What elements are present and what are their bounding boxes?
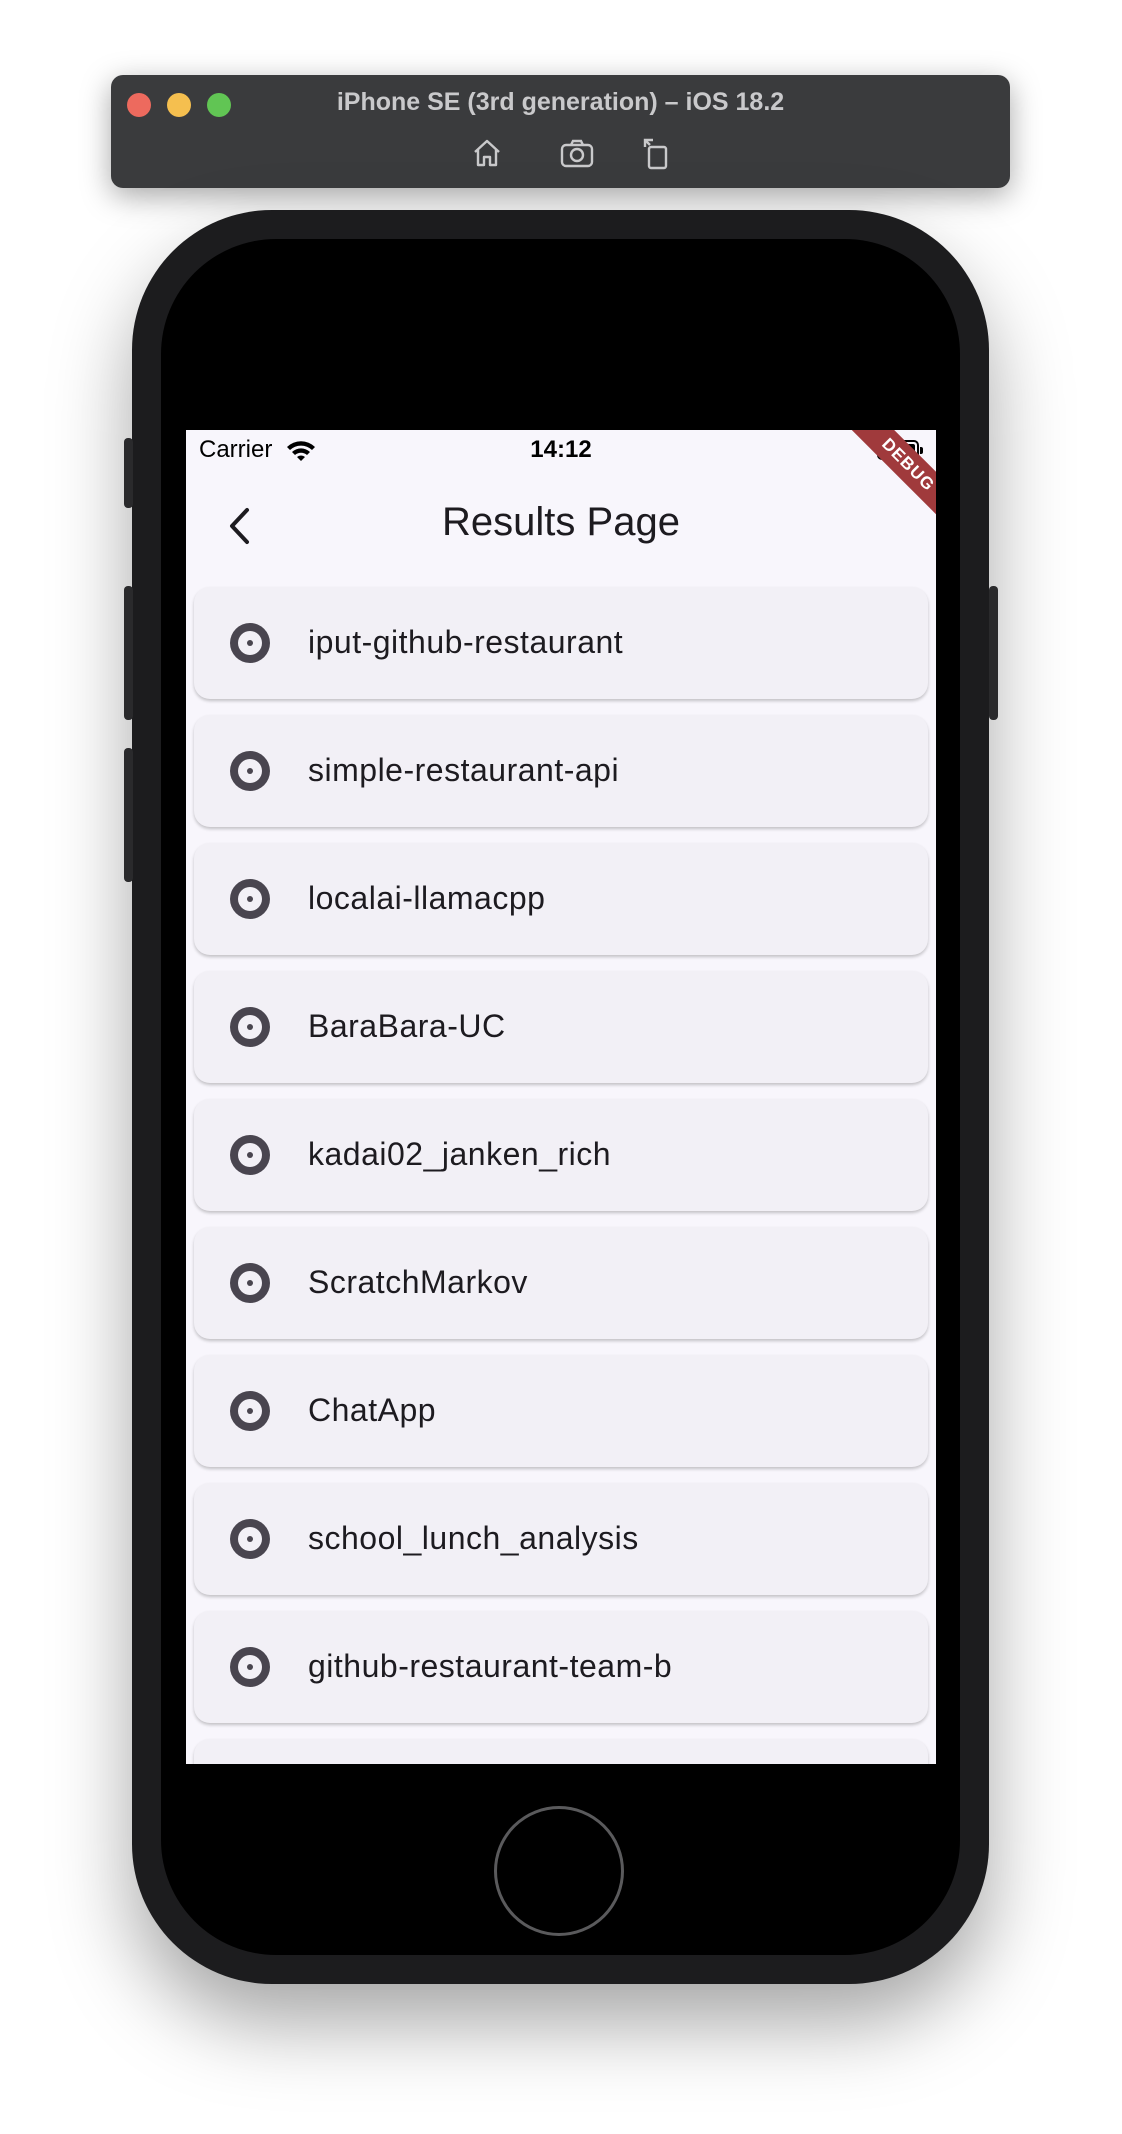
status-bar: Carrier 14:12 (186, 430, 936, 470)
list-item[interactable]: github-restaurant-team-b (194, 1611, 928, 1723)
home-icon[interactable] (469, 135, 505, 171)
volume-down-button (124, 748, 133, 882)
disc-icon (229, 622, 271, 664)
list-item-label: kadai02_janken_rich (308, 1136, 612, 1172)
rotate-icon[interactable] (639, 135, 675, 171)
simulator-title-bar: iPhone SE (3rd generation) – iOS 18.2 (111, 75, 1010, 188)
disc-icon (229, 1390, 271, 1432)
list-item[interactable]: localai-llamacpp (194, 843, 928, 955)
list-item[interactable]: kadai02_janken_rich (194, 1099, 928, 1211)
list-item[interactable]: simple-restaurant-api (194, 715, 928, 827)
list-item-label: iput-github-restaurant (308, 624, 624, 660)
list-item-label: simple-restaurant-api (308, 752, 620, 788)
disc-icon (229, 1134, 271, 1176)
simulator-title: iPhone SE (3rd generation) – iOS 18.2 (336, 88, 785, 116)
list-item[interactable]: iput-github-restaurant (194, 587, 928, 699)
list-item-label: school_lunch_analysis (308, 1520, 639, 1556)
disc-icon (229, 1006, 271, 1048)
list-item[interactable]: ScratchMarkov (194, 1227, 928, 1339)
status-time: 14:12 (530, 436, 592, 463)
list-item-label: ScratchMarkov (308, 1264, 528, 1300)
power-button (989, 586, 998, 720)
app-screen: Carrier 14:12 DEBUG Results Page iput-gi… (186, 430, 936, 1764)
disc-icon (229, 1262, 271, 1304)
list-item[interactable]: school_lunch_analysis (194, 1483, 928, 1595)
mute-switch (124, 438, 133, 508)
list-item[interactable] (194, 1739, 928, 1764)
list-item-label: github-restaurant-team-b (308, 1648, 673, 1684)
disc-icon (229, 750, 271, 792)
list-item-label: BaraBara-UC (308, 1008, 506, 1044)
home-button[interactable] (494, 1806, 624, 1936)
disc-icon (229, 878, 271, 920)
list-item[interactable]: BaraBara-UC (194, 971, 928, 1083)
list-item[interactable]: ChatApp (194, 1355, 928, 1467)
disc-icon (229, 1518, 271, 1560)
list-item-label: ChatApp (308, 1392, 437, 1428)
volume-up-button (124, 586, 133, 720)
app-bar: Results Page (186, 470, 936, 582)
page-title: Results Page (442, 500, 680, 544)
disc-icon (229, 1646, 271, 1688)
list-item-label: localai-llamacpp (308, 880, 546, 916)
screenshot-icon[interactable] (559, 135, 595, 171)
